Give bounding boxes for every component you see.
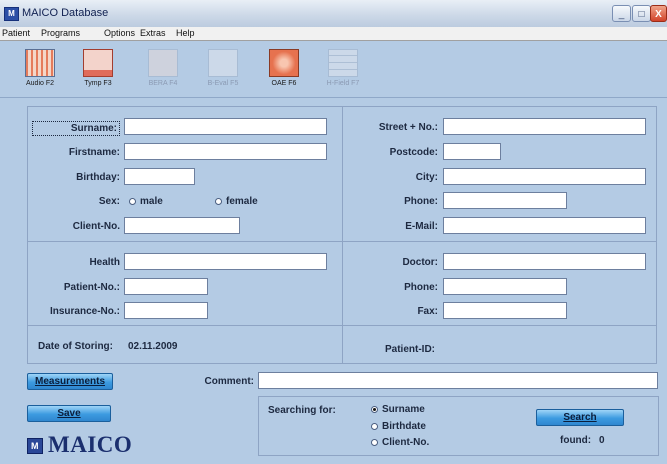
city-label: City: <box>415 172 438 183</box>
radio-button-icon <box>371 438 378 446</box>
street-label: Street + No.: <box>378 122 438 133</box>
radio-button-icon <box>371 422 378 430</box>
search-birthdate-radio[interactable]: Birthdate <box>371 421 426 432</box>
fax-label: Fax: <box>417 306 438 317</box>
menu-extras[interactable]: Extras <box>140 28 166 38</box>
menu-bar: Patient Programs Options Extras Help <box>0 27 667 41</box>
tympanometry-icon <box>83 49 113 77</box>
firstname-label: Firstname: <box>68 147 120 158</box>
radio-button-icon <box>129 197 136 205</box>
toolbar-bera-label: BERA F4 <box>148 80 178 87</box>
doctor-phone-field[interactable] <box>443 278 567 295</box>
email-field[interactable] <box>443 217 646 234</box>
searching-for-label: Searching for: <box>268 405 336 416</box>
birthday-label: Birthday: <box>76 172 120 183</box>
search-client-no-radio[interactable]: Client-No. <box>371 437 429 448</box>
b-eval-icon <box>208 49 238 77</box>
radio-button-icon <box>215 197 222 205</box>
panel-divider-1 <box>27 241 657 242</box>
toolbar-b-eval-button[interactable]: B-Eval F5 <box>202 45 244 93</box>
insurance-no-label: Insurance-No.: <box>49 306 120 317</box>
bera-icon <box>148 49 178 77</box>
menu-patient[interactable]: Patient <box>2 28 30 38</box>
toolbar-h-field-button[interactable]: H-Field F7 <box>322 45 364 93</box>
close-button[interactable]: X <box>650 5 667 22</box>
minimize-button[interactable]: _ <box>612 5 631 22</box>
health-label: Health <box>89 257 120 268</box>
date-of-storing-value: 02.11.2009 <box>128 341 178 352</box>
toolbar-audio-button[interactable]: Audio F2 <box>19 45 61 93</box>
toolbar-h-field-label: H-Field F7 <box>326 80 360 87</box>
sex-label: Sex: <box>98 196 120 207</box>
search-surname-radio[interactable]: Surname <box>371 404 425 415</box>
measurements-button[interactable]: Measurements <box>27 373 113 390</box>
window-title: MAICO Database <box>22 7 109 19</box>
measurements-label: Measurements <box>34 376 106 387</box>
sex-female-radio[interactable]: female <box>215 196 258 207</box>
sex-male-label: male <box>140 196 163 207</box>
search-button[interactable]: Search <box>536 409 624 426</box>
toolbar-bera-button[interactable]: BERA F4 <box>142 45 184 93</box>
toolbar-tymp-button[interactable]: Tymp F3 <box>77 45 119 93</box>
firstname-field[interactable] <box>124 143 327 160</box>
menu-help[interactable]: Help <box>176 28 195 38</box>
sex-male-radio[interactable]: male <box>129 196 163 207</box>
phone-label: Phone: <box>404 196 438 207</box>
save-label: Save <box>57 408 81 419</box>
maximize-button[interactable]: □ <box>632 5 651 22</box>
toolbar-tymp-label: Tymp F3 <box>84 80 112 87</box>
street-field[interactable] <box>443 118 646 135</box>
comment-label: Comment: <box>204 376 254 387</box>
save-button[interactable]: Save <box>27 405 111 422</box>
maico-logo-mark: M <box>27 438 43 454</box>
doctor-phone-label: Phone: <box>404 282 438 293</box>
toolbar-audio-label: Audio F2 <box>25 80 55 87</box>
client-no-field[interactable] <box>124 217 240 234</box>
toolbar-oae-button[interactable]: OAE F6 <box>263 45 305 93</box>
phone-field[interactable] <box>443 192 567 209</box>
postcode-field[interactable] <box>443 143 501 160</box>
sex-female-label: female <box>226 196 258 207</box>
patient-id-label: Patient-ID: <box>385 344 435 355</box>
app-icon: M <box>4 7 19 21</box>
patient-no-label: Patient-No.: <box>63 282 120 293</box>
menu-programs[interactable]: Programs <box>41 28 80 38</box>
date-of-storing-label: Date of Storing: <box>38 341 113 352</box>
panel-divider-2 <box>27 325 657 326</box>
doctor-field[interactable] <box>443 253 646 270</box>
radio-button-icon <box>371 405 378 413</box>
surname-field[interactable] <box>124 118 327 135</box>
h-field-icon <box>328 49 358 77</box>
patient-no-field[interactable] <box>124 278 208 295</box>
search-label: Search <box>563 412 597 423</box>
maico-logo: M MAICO <box>27 432 132 458</box>
postcode-label: Postcode: <box>389 147 438 158</box>
insurance-no-field[interactable] <box>124 302 208 319</box>
city-field[interactable] <box>443 168 646 185</box>
found-count: 0 <box>599 435 605 446</box>
email-label: E-Mail: <box>405 221 438 232</box>
audiogram-icon <box>25 49 55 77</box>
surname-label: Surname: <box>32 121 120 136</box>
search-birthdate-label: Birthdate <box>382 421 426 432</box>
module-toolbar: Audio F2 Tymp F3 BERA F4 B-Eval F5 OAE F… <box>0 41 667 98</box>
maico-database-window: M MAICO Database _ □ X Patient Programs … <box>0 0 667 464</box>
search-surname-label: Surname <box>382 404 425 415</box>
fax-field[interactable] <box>443 302 567 319</box>
doctor-label: Doctor: <box>402 257 438 268</box>
title-bar: M MAICO Database _ □ X <box>0 0 667 28</box>
toolbar-oae-label: OAE F6 <box>271 80 297 87</box>
oae-icon <box>269 49 299 77</box>
menu-options[interactable]: Options <box>104 28 135 38</box>
toolbar-b-eval-label: B-Eval F5 <box>207 80 239 87</box>
maico-logo-text: MAICO <box>48 432 133 457</box>
found-label: found: <box>560 435 592 446</box>
client-no-label: Client-No. <box>72 221 120 232</box>
search-client-no-label: Client-No. <box>382 437 430 448</box>
comment-field[interactable] <box>258 372 658 389</box>
birthday-field[interactable] <box>124 168 195 185</box>
health-field[interactable] <box>124 253 327 270</box>
